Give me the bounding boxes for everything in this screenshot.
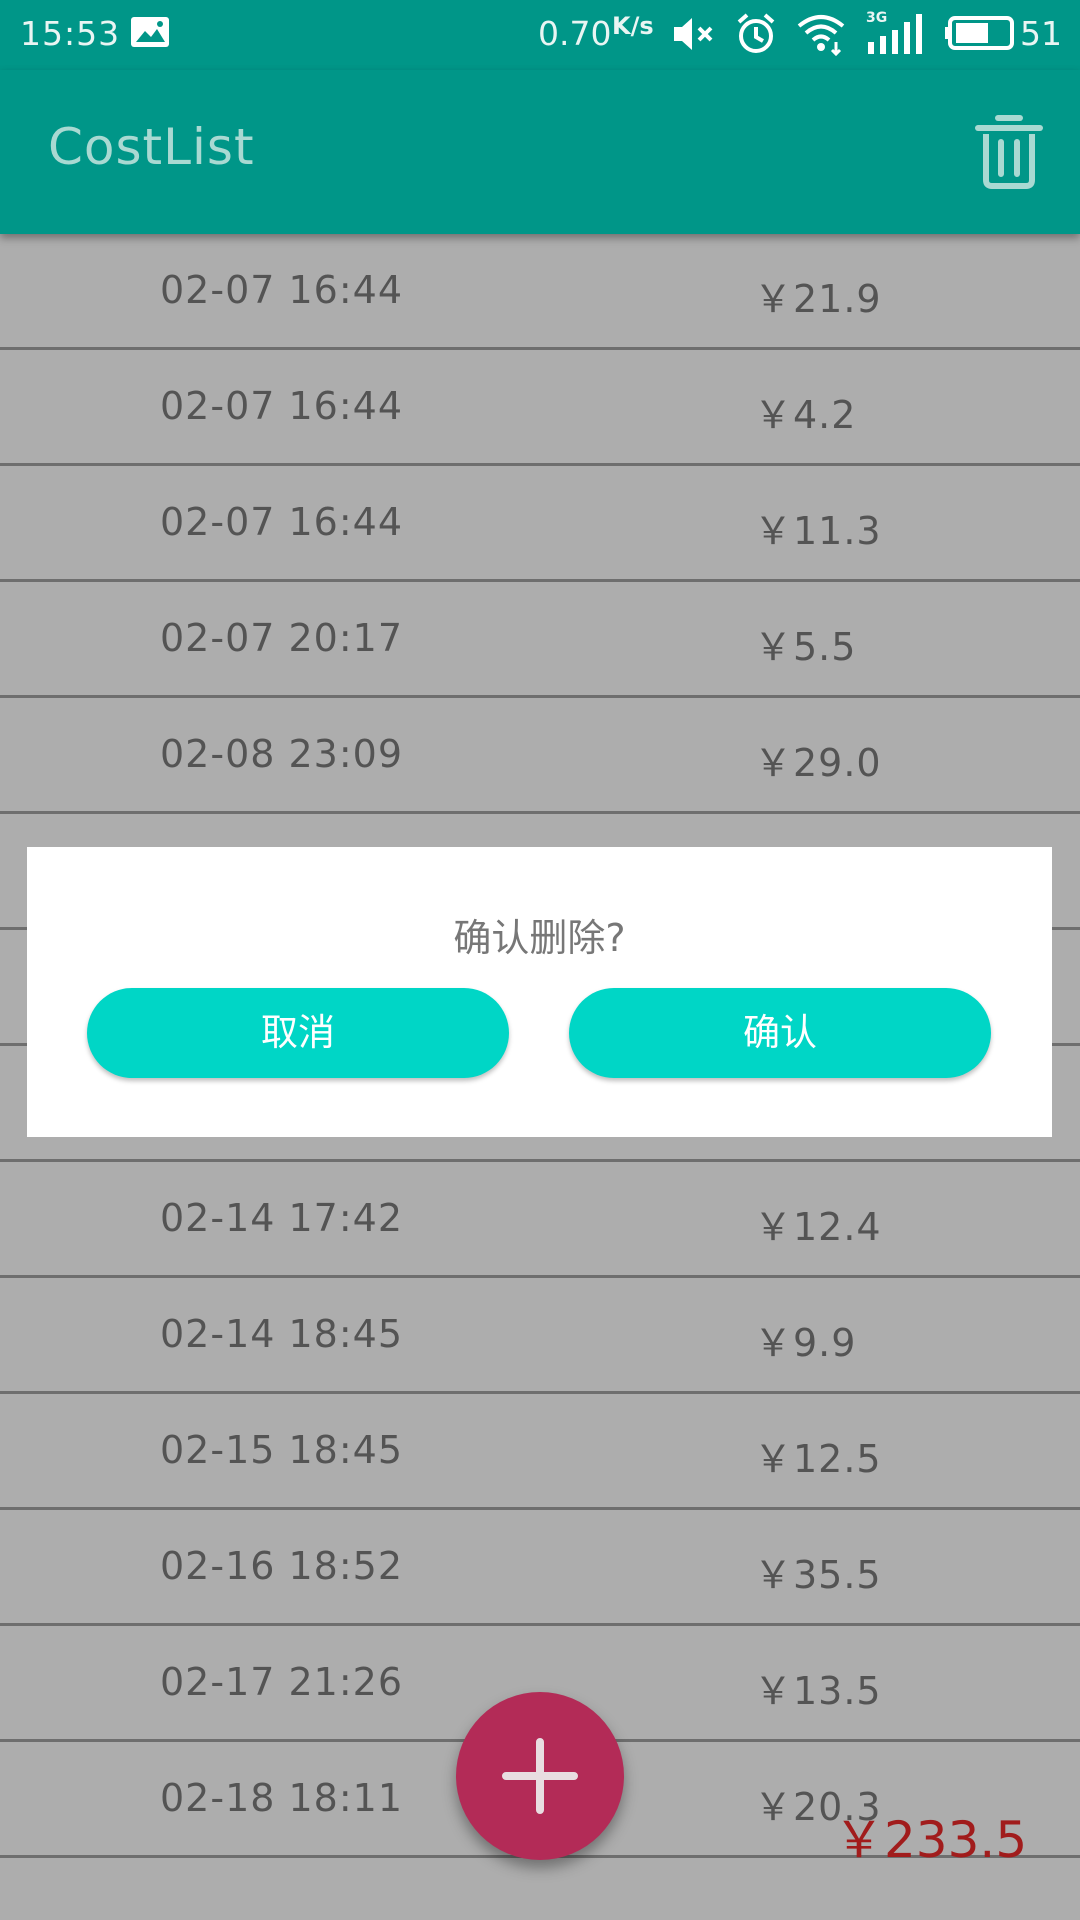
item-date: 02-15 18:45 (160, 1428, 404, 1472)
app-title: CostList (48, 118, 255, 176)
list-item[interactable]: 02-14 18:45 ￥9.9 (0, 1278, 1080, 1394)
list-item[interactable]: 02-08 23:09 ￥29.0 (0, 698, 1080, 814)
status-time: 15:53 (20, 14, 121, 53)
item-date: 02-18 18:11 (160, 1776, 404, 1820)
add-cost-button[interactable] (456, 1692, 624, 1860)
item-date: 02-17 21:26 (160, 1660, 404, 1704)
alarm-icon (737, 13, 775, 53)
list-item[interactable]: 02-14 17:42 ￥12.4 (0, 1162, 1080, 1278)
trash-icon[interactable] (968, 110, 1050, 192)
list-item[interactable]: 02-07 16:44 ￥4.2 (0, 350, 1080, 466)
item-date: 02-16 18:52 (160, 1544, 404, 1588)
image-notification-icon (131, 17, 169, 47)
total-amount: ￥233.5 (834, 1811, 1028, 1869)
item-amount: ￥11.3 (754, 509, 882, 553)
item-date: 02-08 23:09 (160, 732, 404, 776)
item-amount: ￥12.5 (754, 1437, 882, 1481)
item-amount: ￥12.4 (754, 1205, 882, 1249)
battery-icon (945, 16, 1014, 50)
cancel-button[interactable]: 取消 (87, 988, 509, 1078)
item-amount: ￥13.5 (754, 1669, 882, 1713)
signal-icon (868, 14, 922, 54)
wifi-icon (797, 15, 845, 56)
item-amount: ￥35.5 (754, 1553, 882, 1597)
plus-icon (502, 1738, 578, 1814)
item-date: 02-07 16:44 (160, 500, 404, 544)
item-date: 02-07 20:17 (160, 616, 404, 660)
list-item[interactable]: 02-07 16:44 ￥21.9 (0, 234, 1080, 350)
delete-confirm-dialog: 确认删除? 取消 确认 (27, 847, 1052, 1137)
item-date: 02-07 16:44 (160, 384, 404, 428)
app-bar: CostList (0, 70, 1080, 234)
item-date: 02-14 18:45 (160, 1312, 404, 1356)
net-speed: 0.70 (538, 14, 612, 53)
item-date: 02-07 16:44 (160, 268, 404, 312)
item-amount: ￥4.2 (754, 393, 857, 437)
battery-level: 51 (1020, 14, 1062, 53)
confirm-button[interactable]: 确认 (569, 988, 991, 1078)
item-amount: ￥21.9 (754, 277, 882, 321)
item-amount: ￥9.9 (754, 1321, 857, 1365)
list-item[interactable]: 02-07 16:44 ￥11.3 (0, 466, 1080, 582)
list-item[interactable]: 02-15 18:45 ￥12.5 (0, 1394, 1080, 1510)
item-amount: ￥5.5 (754, 625, 857, 669)
mute-icon (674, 18, 713, 50)
item-amount: ￥29.0 (754, 741, 882, 785)
dialog-message: 确认删除? (453, 916, 626, 960)
item-date: 02-14 17:42 (160, 1196, 404, 1240)
list-item[interactable]: 02-07 20:17 ￥5.5 (0, 582, 1080, 698)
list-item[interactable]: 02-16 18:52 ￥35.5 (0, 1510, 1080, 1626)
net-speed-unit: K/s (612, 12, 654, 40)
status-bar: 15:53 0.70 K/s 3G 51 (0, 0, 1080, 70)
